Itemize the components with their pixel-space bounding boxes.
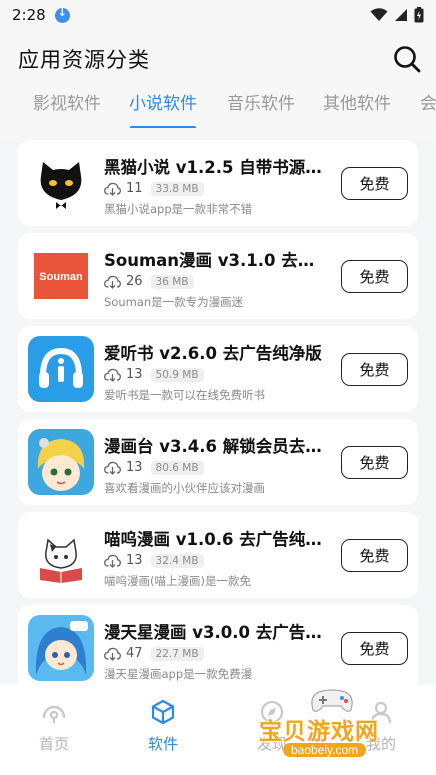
app-description: 黑猫小说app是一款非常不错 [104,202,253,216]
active-tab-indicator [130,126,196,128]
app-title: 爱听书 v2.6.0 去广告纯净版 [104,344,322,363]
app-description: 爱听书是一款可以在线免费听书 [104,388,265,402]
app-meta: 26 36 MB [104,274,194,289]
file-size: 50.9 MB [150,367,204,382]
app-meta: 13 80.6 MB [104,460,204,475]
page-title: 应用资源分类 [18,48,150,72]
black-cat-icon [28,150,94,216]
cloud-download-icon [104,554,121,568]
app-meta: 13 32.4 MB [104,553,204,568]
cloud-download-icon [104,275,121,289]
file-size: 22.7 MB [150,646,204,661]
status-time: 2:28 [12,6,46,24]
tab-more[interactable]: 会 [420,89,436,114]
file-size: 32.4 MB [150,553,204,568]
app-title: Souman漫画 v3.1.0 去广告纯净版 [104,251,330,270]
app-card[interactable]: 爱听书 v2.6.0 去广告纯净版 13 50.9 MB 爱听书是一款可以在线免… [18,326,418,412]
app-description: Souman是一款专为漫画迷 [104,295,244,309]
cloud-download-icon [104,368,121,382]
headphones-icon [28,336,94,402]
tab-novel[interactable]: 小说软件 [129,89,197,114]
app-card[interactable]: 漫天星漫画 v3.0.0 去广告清爽版 47 22.7 MB 漫天星漫画app是… [18,605,418,685]
download-count: 11 [126,181,143,196]
file-size: 80.6 MB [150,460,204,475]
cloud-download-icon [104,461,121,475]
app-card[interactable]: 喵呜漫画 v1.0.6 去广告纯净版 13 32.4 MB 喵呜漫画(喵上漫画)… [18,512,418,598]
download-count: 26 [126,274,143,289]
free-download-button[interactable]: 免费 [341,446,408,479]
download-count: 13 [126,367,143,382]
watermark-text: 宝贝游戏网 [259,719,379,745]
app-meta: 11 33.8 MB [104,181,204,196]
app-title: 喵呜漫画 v1.0.6 去广告纯净版 [104,530,330,549]
watermark-url: baobeiy.com [283,743,367,757]
app-description: 漫天星漫画app是一款免费漫 [104,667,253,681]
free-download-button[interactable]: 免费 [341,167,408,200]
download-count: 13 [126,553,143,568]
status-bar: 2:28 [0,0,436,30]
app-title: 漫画台 v3.4.6 解锁会员去广告版 [104,437,330,456]
souman-logo: Souman [28,243,94,309]
anime-character-icon [28,429,94,495]
status-icons [370,7,424,23]
watermark: 宝贝游戏网 baobeiy.com [255,688,415,768]
category-tabs: 影视软件 小说软件 音乐软件 其他软件 会 [0,86,436,128]
cat-reading-icon [28,522,94,588]
app-description: 喵呜漫画(喵上漫画)是一款免 [104,574,251,588]
download-count: 13 [126,460,143,475]
free-download-button[interactable]: 免费 [341,260,408,293]
download-count: 47 [126,646,143,661]
app-list: 黑猫小说 v1.2.5 自带书源去广告 11 33.8 MB 黑猫小说app是一… [0,140,436,685]
free-download-button[interactable]: 免费 [341,632,408,665]
cube-icon [151,699,175,725]
download-notification-icon [54,6,70,23]
free-download-button[interactable]: 免费 [341,539,408,572]
cloud-download-icon [104,647,121,661]
header: 应用资源分类 影视软件 小说软件 音乐软件 其他软件 会 [0,30,436,140]
free-download-button[interactable]: 免费 [341,353,408,386]
wifi-icon [370,8,388,21]
app-meta: 13 50.9 MB [104,367,204,382]
app-description: 喜欢看漫画的小伙伴应该对漫画 [104,481,265,495]
tab-video[interactable]: 影视软件 [33,89,101,114]
app-meta: 47 22.7 MB [104,646,204,661]
search-icon [394,46,421,73]
app-title: 漫天星漫画 v3.0.0 去广告清爽版 [104,623,330,642]
battery-icon [414,7,424,23]
anime-girl-icon [28,615,94,681]
app-card[interactable]: 黑猫小说 v1.2.5 自带书源去广告 11 33.8 MB 黑猫小说app是一… [18,140,418,226]
app-card[interactable]: Souman Souman漫画 v3.1.0 去广告纯净版 26 36 MB S… [18,233,418,319]
nav-software[interactable]: 软件 [123,699,203,754]
file-size: 36 MB [150,274,194,289]
app-title: 黑猫小说 v1.2.5 自带书源去广告 [104,158,330,177]
nav-label-software: 软件 [147,735,178,753]
home-icon [42,705,66,723]
gamepad-icon [311,689,353,712]
tab-music[interactable]: 音乐软件 [227,89,295,114]
app-card[interactable]: 漫画台 v3.4.6 解锁会员去广告版 13 80.6 MB 喜欢看漫画的小伙伴… [18,419,418,505]
souman-logo-text: Souman [39,271,83,283]
search-button[interactable] [392,44,422,74]
tab-other[interactable]: 其他软件 [323,89,391,114]
file-size: 33.8 MB [150,181,204,196]
cellular-signal-icon [395,9,407,21]
nav-home[interactable]: 首页 [14,699,94,754]
cloud-download-icon [104,182,121,196]
nav-label-home: 首页 [38,735,69,753]
